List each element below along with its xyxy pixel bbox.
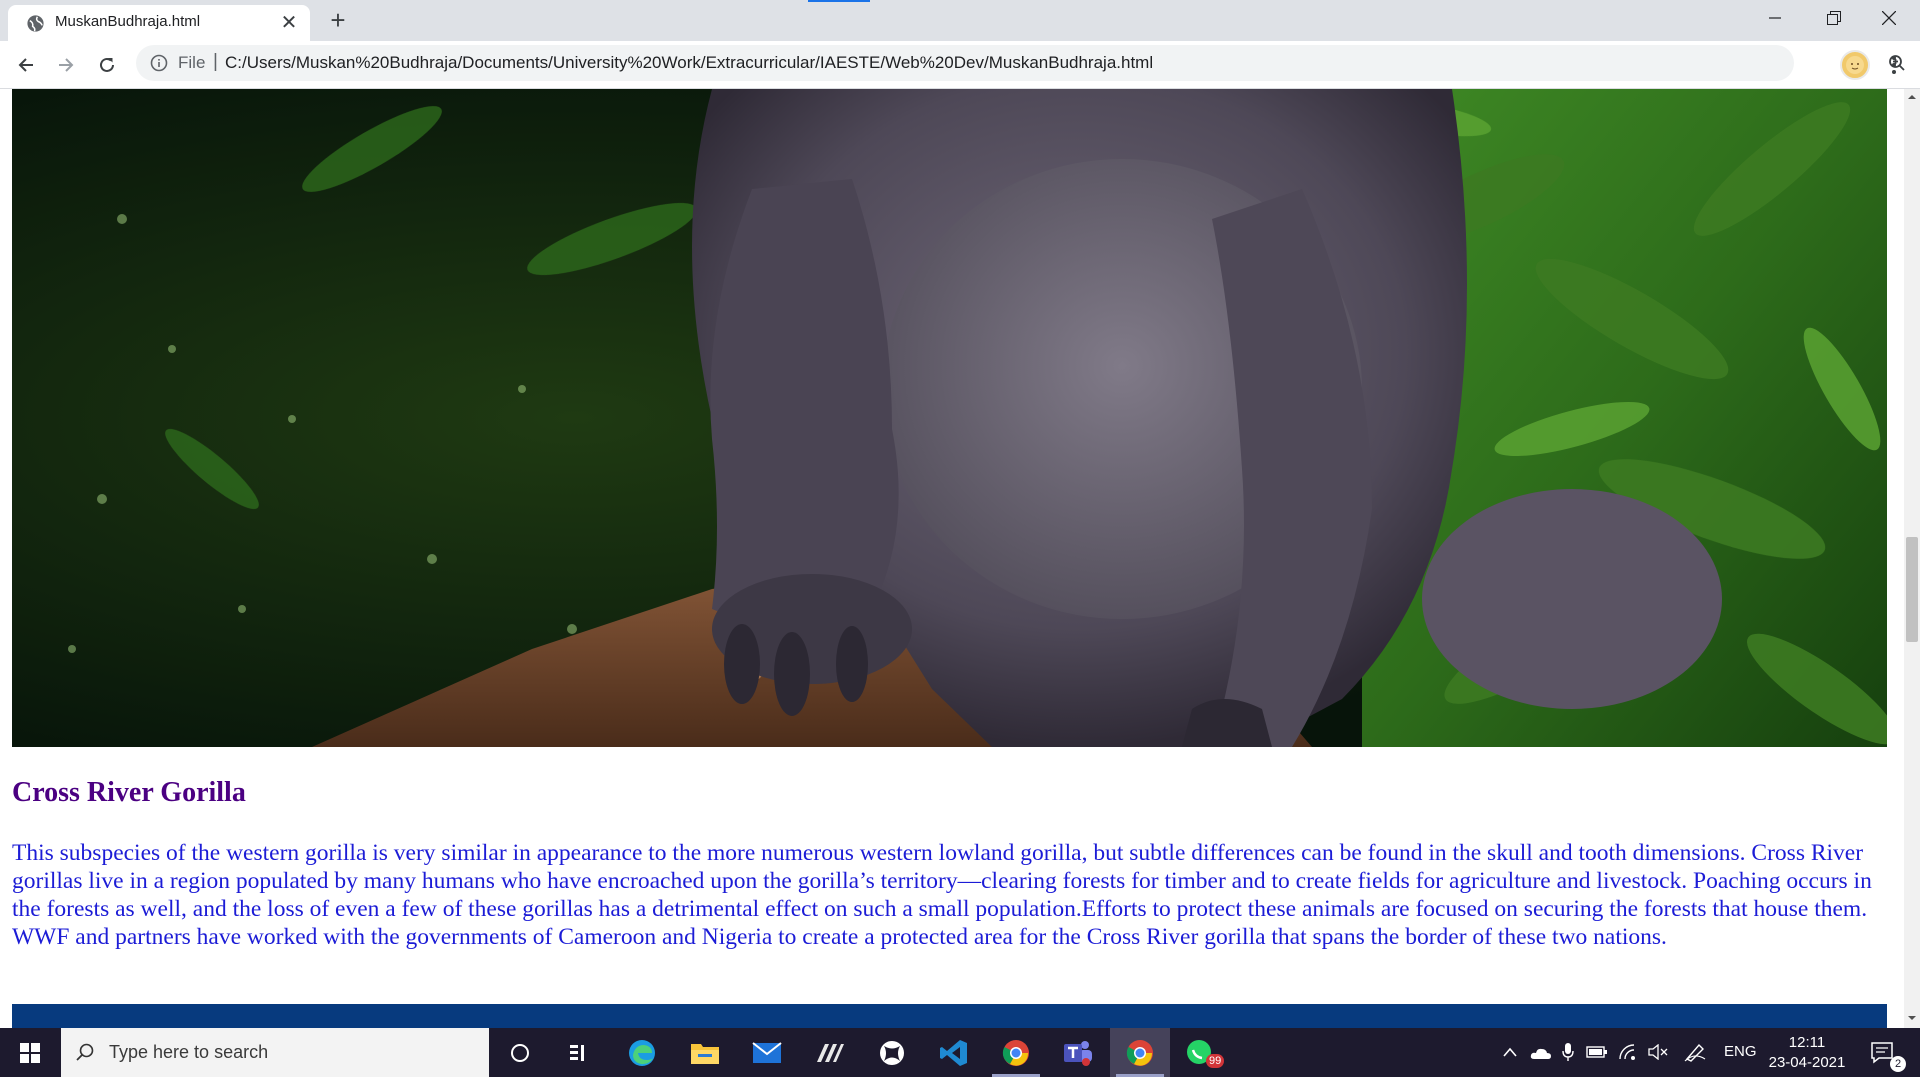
section-heading: Cross River Gorilla [12, 777, 246, 808]
language-indicator[interactable]: ENG [1724, 1043, 1757, 1060]
page-viewport: Cross River Gorilla This subspecies of t… [0, 89, 1904, 1028]
clock-date: 23-04-2021 [1768, 1054, 1846, 1071]
restore-button[interactable] [1803, 0, 1865, 36]
search-icon [76, 1043, 94, 1061]
scrollbar-thumb[interactable] [1906, 537, 1918, 642]
address-bar[interactable]: File | C:/Users/Muskan%20Budhraja/Docume… [136, 45, 1905, 81]
whatsapp-badge: 99 [1206, 1054, 1225, 1068]
close-window-button[interactable] [1858, 0, 1920, 36]
volume-muted-icon[interactable] [1648, 1044, 1670, 1060]
edge-icon [629, 1039, 655, 1066]
whatsapp-button[interactable]: 99 [1172, 1028, 1232, 1077]
close-icon [1882, 11, 1896, 25]
section-paragraph: This subspecies of the western gorilla i… [12, 840, 1872, 950]
file-explorer-button[interactable] [675, 1028, 735, 1077]
browser-tab[interactable]: MuskanBudhraja.html ✕ [8, 5, 310, 41]
chrome-icon [1002, 1039, 1029, 1066]
chrome-active-icon [1126, 1039, 1153, 1066]
kebab-menu-icon[interactable] [1884, 51, 1904, 79]
dev-app-icon [817, 1043, 844, 1062]
tab-close-icon[interactable]: ✕ [279, 13, 299, 33]
cortana-icon [511, 1043, 529, 1062]
action-center-button[interactable]: 2 [1860, 1028, 1920, 1077]
tab-loading-indicator [808, 0, 870, 2]
chevron-up-icon[interactable] [1502, 1046, 1518, 1058]
new-tab-button[interactable]: + [324, 6, 352, 34]
wifi-icon[interactable] [1618, 1043, 1638, 1061]
profile-avatar[interactable] [1840, 50, 1870, 80]
system-clock[interactable]: 12:11 23-04-2021 [1762, 1033, 1852, 1073]
forward-button[interactable] [50, 49, 82, 81]
task-view-icon [570, 1044, 584, 1061]
reload-icon [100, 57, 114, 72]
next-section-banner [12, 1004, 1887, 1028]
xbox-icon [880, 1040, 904, 1065]
dev-app-button[interactable] [800, 1028, 860, 1077]
tab-strip: MuskanBudhraja.html ✕ + [0, 0, 1920, 41]
cortana-button[interactable] [490, 1028, 550, 1077]
globe-icon [27, 15, 44, 32]
chrome-button[interactable] [986, 1028, 1046, 1077]
pen-icon[interactable] [1684, 1042, 1706, 1062]
back-button[interactable] [10, 49, 42, 81]
onedrive-icon[interactable] [1530, 1046, 1552, 1060]
avatar-face-icon [1846, 56, 1864, 74]
notification-count: 2 [1890, 1056, 1906, 1072]
chrome-active-button[interactable] [1110, 1028, 1170, 1077]
scroll-up-arrow-icon[interactable] [1904, 89, 1920, 105]
edge-button[interactable] [612, 1028, 672, 1077]
address-separator: | [213, 51, 218, 72]
reload-button[interactable] [91, 49, 123, 81]
xbox-button[interactable] [862, 1028, 922, 1077]
gorilla-photo [12, 89, 1887, 747]
arrow-right-icon [59, 58, 74, 72]
scroll-down-arrow-icon[interactable] [1904, 1010, 1920, 1026]
mail-button[interactable] [737, 1028, 797, 1077]
url-text[interactable]: C:/Users/Muskan%20Budhraja/Documents/Uni… [225, 53, 1153, 73]
scheme-label: File [178, 53, 206, 72]
taskbar-search-box[interactable]: Type here to search [61, 1028, 489, 1077]
mail-icon [752, 1041, 782, 1063]
windows-logo-icon [20, 1042, 40, 1063]
search-placeholder: Type here to search [109, 1042, 269, 1062]
restore-icon [1827, 11, 1841, 25]
start-button[interactable] [0, 1028, 60, 1077]
teams-button[interactable] [1048, 1028, 1108, 1077]
teams-icon [1064, 1040, 1092, 1066]
minimize-icon [1769, 17, 1781, 19]
battery-icon[interactable] [1586, 1045, 1608, 1059]
windows-taskbar: Type here to search 99 ENG 12:11 23-04-2… [0, 1028, 1920, 1077]
info-icon[interactable] [150, 54, 168, 72]
minimize-button[interactable] [1744, 0, 1806, 36]
task-view-button[interactable] [550, 1028, 610, 1077]
browser-toolbar: File | C:/Users/Muskan%20Budhraja/Docume… [0, 41, 1920, 89]
arrow-left-icon [18, 58, 33, 72]
clock-time: 12:11 [1788, 1034, 1826, 1051]
microphone-icon[interactable] [1562, 1042, 1574, 1062]
vscode-button[interactable] [924, 1028, 984, 1077]
vertical-scrollbar[interactable] [1904, 89, 1920, 1028]
file-explorer-icon [691, 1043, 719, 1064]
tab-title: MuskanBudhraja.html [55, 13, 201, 30]
vscode-icon [940, 1039, 967, 1066]
